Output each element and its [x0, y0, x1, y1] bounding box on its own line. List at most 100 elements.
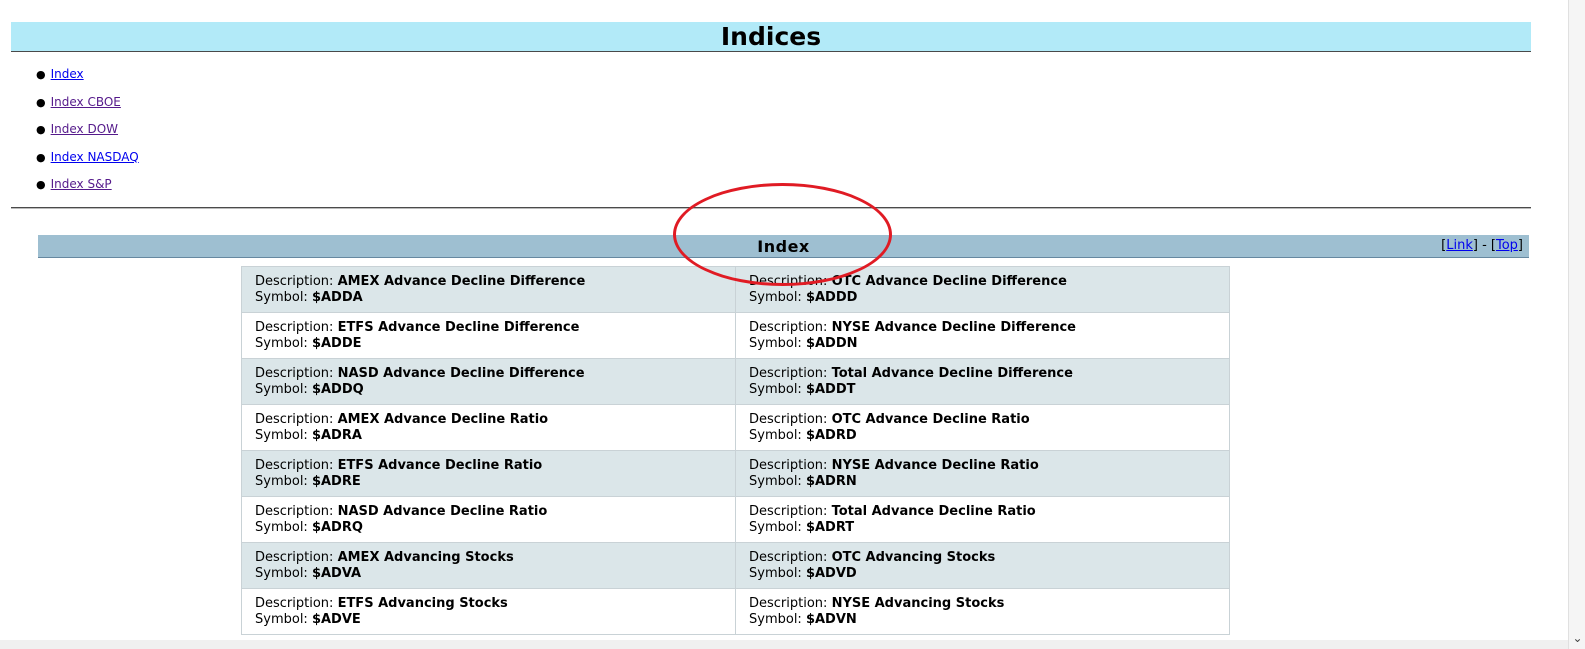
symbol-value: $ADRQ — [311, 520, 363, 535]
description-label: Description: — [255, 412, 334, 427]
symbol-label: Symbol: — [749, 290, 802, 305]
bullet-icon: ● — [36, 123, 46, 136]
symbol-line: Symbol: $ADDA — [255, 290, 722, 306]
description-line: Description: ETFS Advance Decline Differ… — [255, 320, 722, 336]
symbol-value: $ADVN — [805, 612, 857, 627]
symbol-line: Symbol: $ADDT — [749, 382, 1216, 398]
description-line: Description: NASD Advance Decline Ratio — [255, 504, 722, 520]
section-links: [Link] - [Top] — [1441, 238, 1523, 253]
description-value: OTC Advance Decline Ratio — [831, 412, 1030, 427]
page-viewport: Indices ● Index ● Index CBOE ● Index DOW ● I… — [0, 0, 1568, 649]
nav-item-index-cboe: ● Index CBOE — [36, 90, 139, 118]
nav-item-index-nasdaq: ● Index NASDAQ — [36, 145, 139, 173]
symbol-value: $ADVA — [311, 566, 362, 581]
description-line: Description: OTC Advance Decline Differe… — [749, 274, 1216, 290]
description-line: Description: AMEX Advancing Stocks — [255, 550, 722, 566]
description-value: AMEX Advancing Stocks — [337, 550, 514, 565]
description-line: Description: ETFS Advance Decline Ratio — [255, 458, 722, 474]
bullet-icon: ● — [36, 150, 46, 164]
symbol-label: Symbol: — [749, 520, 802, 535]
symbol-label: Symbol: — [255, 382, 308, 397]
symbol-label: Symbol: — [255, 336, 308, 351]
table-row: Description: AMEX Advancing Stocks Symbol… — [241, 542, 1230, 589]
symbol-line: Symbol: $ADRT — [749, 520, 1216, 536]
index-cell: Description: NYSE Advancing Stocks Symbol… — [735, 588, 1230, 635]
description-value: AMEX Advance Decline Difference — [337, 274, 586, 289]
index-cell: Description: ETFS Advance Decline Differ… — [241, 312, 736, 359]
symbol-label: Symbol: — [749, 336, 802, 351]
nav-link-index-cboe[interactable]: Index CBOE — [51, 95, 121, 109]
symbol-value: $ADRD — [805, 428, 857, 443]
chevron-down-icon[interactable]: ⌄ — [1569, 631, 1585, 645]
nav-link-index[interactable]: Index — [51, 67, 84, 81]
description-value: Total Advance Decline Difference — [831, 366, 1073, 381]
description-line: Description: NASD Advance Decline Differ… — [255, 366, 722, 382]
description-label: Description: — [749, 412, 828, 427]
description-label: Description: — [255, 458, 334, 473]
description-value: NASD Advance Decline Difference — [337, 366, 585, 381]
description-label: Description: — [255, 504, 334, 519]
description-label: Description: — [749, 458, 828, 473]
index-cell: Description: AMEX Advance Decline Ratio S… — [241, 404, 736, 451]
index-cell: Description: OTC Advance Decline Ratio Sy… — [735, 404, 1230, 451]
description-value: NYSE Advance Decline Difference — [831, 320, 1076, 335]
symbol-value: $ADVE — [311, 612, 361, 627]
description-line: Description: ETFS Advancing Stocks — [255, 596, 722, 612]
symbol-label: Symbol: — [255, 612, 308, 627]
description-value: NYSE Advancing Stocks — [831, 596, 1005, 611]
table-row: Description: ETFS Advance Decline Differ… — [241, 312, 1230, 359]
symbol-line: Symbol: $ADVN — [749, 612, 1216, 628]
index-cell: Description: NASD Advance Decline Ratio S… — [241, 496, 736, 543]
description-value: Total Advance Decline Ratio — [831, 504, 1036, 519]
index-cell: Description: NASD Advance Decline Differ… — [241, 358, 736, 405]
description-label: Description: — [255, 320, 334, 335]
index-cell: Description: OTC Advance Decline Differe… — [735, 266, 1230, 313]
table-row: Description: NASD Advance Decline Ratio S… — [241, 496, 1230, 543]
section-link-button[interactable]: Link — [1446, 238, 1473, 253]
description-value: ETFS Advance Decline Difference — [337, 320, 580, 335]
description-label: Description: — [255, 366, 334, 381]
description-label: Description: — [749, 504, 828, 519]
nav-link-index-nasdaq[interactable]: Index NASDAQ — [51, 150, 139, 164]
symbol-line: Symbol: $ADVA — [255, 566, 722, 582]
section-header-index: Index [Link] - [Top] — [38, 235, 1529, 258]
symbol-label: Symbol: — [255, 290, 308, 305]
index-cell: Description: NYSE Advance Decline Differ… — [735, 312, 1230, 359]
symbol-value: $ADDN — [805, 336, 858, 351]
description-label: Description: — [255, 596, 334, 611]
symbol-value: $ADVD — [805, 566, 857, 581]
table-row: Description: ETFS Advancing Stocks Symbol… — [241, 588, 1230, 635]
description-label: Description: — [255, 274, 334, 289]
symbol-label: Symbol: — [749, 428, 802, 443]
nav-item-index-sp: ● Index S&P — [36, 172, 139, 200]
nav-item-index: ● Index — [36, 62, 139, 90]
table-row: Description: AMEX Advance Decline Differ… — [241, 266, 1230, 313]
symbol-line: Symbol: $ADRQ — [255, 520, 722, 536]
description-label: Description: — [749, 366, 828, 381]
symbol-label: Symbol: — [255, 474, 308, 489]
index-cell: Description: Total Advance Decline Diffe… — [735, 358, 1230, 405]
vertical-scrollbar[interactable]: ⌄ — [1568, 0, 1585, 649]
symbol-value: $ADDQ — [311, 382, 364, 397]
description-line: Description: OTC Advance Decline Ratio — [749, 412, 1216, 428]
description-label: Description: — [749, 550, 828, 565]
symbol-label: Symbol: — [749, 474, 802, 489]
description-value: ETFS Advancing Stocks — [337, 596, 508, 611]
description-value: OTC Advance Decline Difference — [831, 274, 1067, 289]
symbol-line: Symbol: $ADDD — [749, 290, 1216, 306]
index-cell: Description: NYSE Advance Decline Ratio S… — [735, 450, 1230, 497]
symbol-value: $ADRT — [805, 520, 855, 535]
section-top-button[interactable]: Top — [1496, 238, 1518, 253]
nav-link-index-sp[interactable]: Index S&P — [51, 177, 112, 191]
description-line: Description: AMEX Advance Decline Differ… — [255, 274, 722, 290]
bullet-icon: ● — [36, 68, 46, 81]
symbol-line: Symbol: $ADDQ — [255, 382, 722, 398]
symbol-label: Symbol: — [749, 566, 802, 581]
description-line: Description: NYSE Advance Decline Ratio — [749, 458, 1216, 474]
description-label: Description: — [255, 550, 334, 565]
symbol-label: Symbol: — [749, 612, 802, 627]
description-label: Description: — [749, 274, 828, 289]
horizontal-scrollbar[interactable] — [0, 640, 1568, 649]
nav-link-index-dow[interactable]: Index DOW — [51, 122, 118, 136]
section-title: Index — [757, 237, 810, 256]
